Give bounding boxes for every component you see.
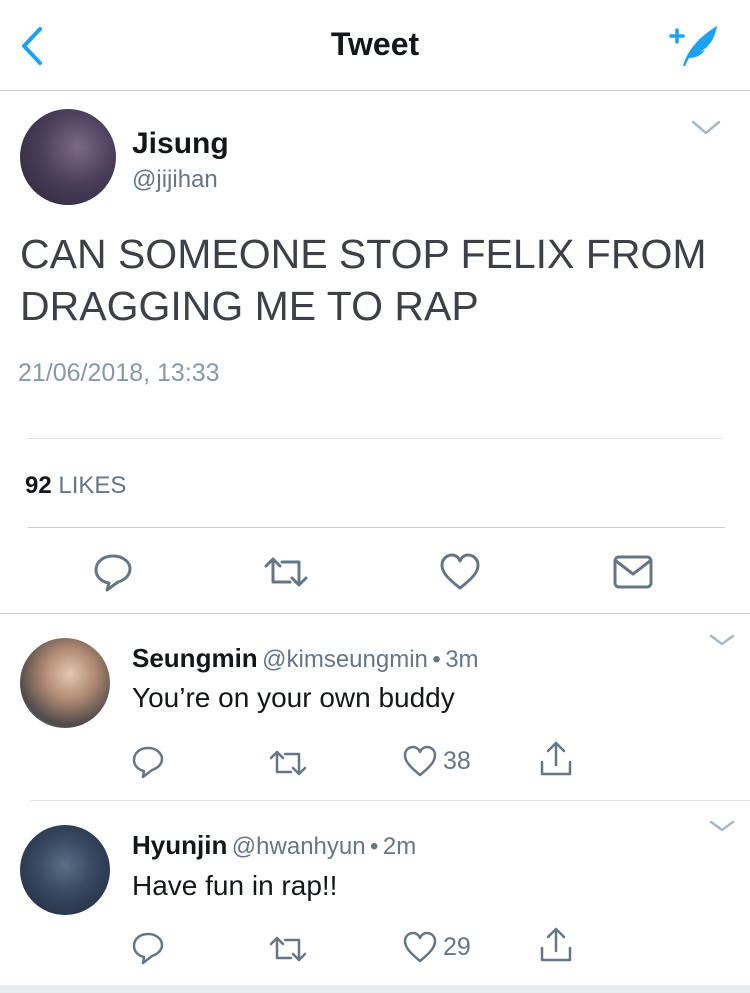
author-name[interactable]: Jisung	[132, 127, 229, 161]
meta-separator: •	[370, 833, 379, 860]
divider	[28, 527, 725, 528]
like-heart-icon[interactable]	[402, 930, 438, 966]
reply-icon[interactable]	[92, 552, 134, 592]
page-title: Tweet	[330, 26, 420, 62]
direct-message-icon[interactable]	[612, 552, 654, 592]
likes-stat[interactable]: 92 LIKES	[25, 472, 126, 500]
reply-text: You’re on your own buddy	[132, 682, 455, 713]
retweet-icon[interactable]	[268, 932, 308, 968]
top-bar: Tweet	[0, 0, 750, 91]
reply-icon[interactable]	[130, 744, 166, 780]
chevron-down-icon[interactable]	[690, 118, 722, 138]
chevron-down-icon[interactable]	[708, 632, 736, 648]
tweet-timestamp: 21/06/2018, 13:33	[18, 359, 220, 387]
avatar[interactable]	[20, 825, 110, 915]
reply-icon[interactable]	[130, 930, 166, 966]
reply-time: 3m	[445, 646, 479, 673]
avatar[interactable]	[20, 638, 110, 728]
chevron-down-icon[interactable]	[708, 818, 736, 834]
likes-label: LIKES	[58, 472, 127, 499]
like-count: 29	[443, 933, 471, 961]
reply-header: Seungmin @kimseungmin • 3m	[132, 643, 479, 674]
reply-author-name[interactable]: Seungmin	[132, 643, 258, 673]
likes-count: 92	[25, 472, 52, 499]
avatar[interactable]	[20, 109, 116, 205]
retweet-icon[interactable]	[268, 746, 308, 782]
like-heart-icon[interactable]	[439, 552, 481, 592]
reply-header: Hyunjin @hwanhyun • 2m	[132, 830, 416, 861]
author-handle[interactable]: @jijihan	[132, 166, 218, 194]
divider	[30, 800, 750, 801]
like-count: 38	[443, 747, 471, 775]
retweet-icon[interactable]	[262, 552, 310, 592]
divider	[28, 438, 722, 439]
share-icon[interactable]	[538, 926, 574, 962]
reply-author-handle[interactable]: @kimseungmin	[262, 646, 428, 673]
reply-author-handle[interactable]: @hwanhyun	[232, 833, 366, 860]
reply-author-name[interactable]: Hyunjin	[132, 830, 227, 860]
tweet-text: CAN SOMEONE STOP FELIX FROM DRAGGING ME …	[20, 231, 707, 329]
reply-text: Have fun in rap!!	[132, 870, 338, 901]
compose-feather-icon[interactable]	[665, 22, 721, 70]
reply-time: 2m	[382, 833, 417, 860]
bottom-edge	[0, 985, 750, 993]
like-heart-icon[interactable]	[402, 744, 438, 780]
divider	[0, 613, 750, 614]
share-icon[interactable]	[538, 740, 574, 776]
meta-separator: •	[432, 646, 441, 673]
